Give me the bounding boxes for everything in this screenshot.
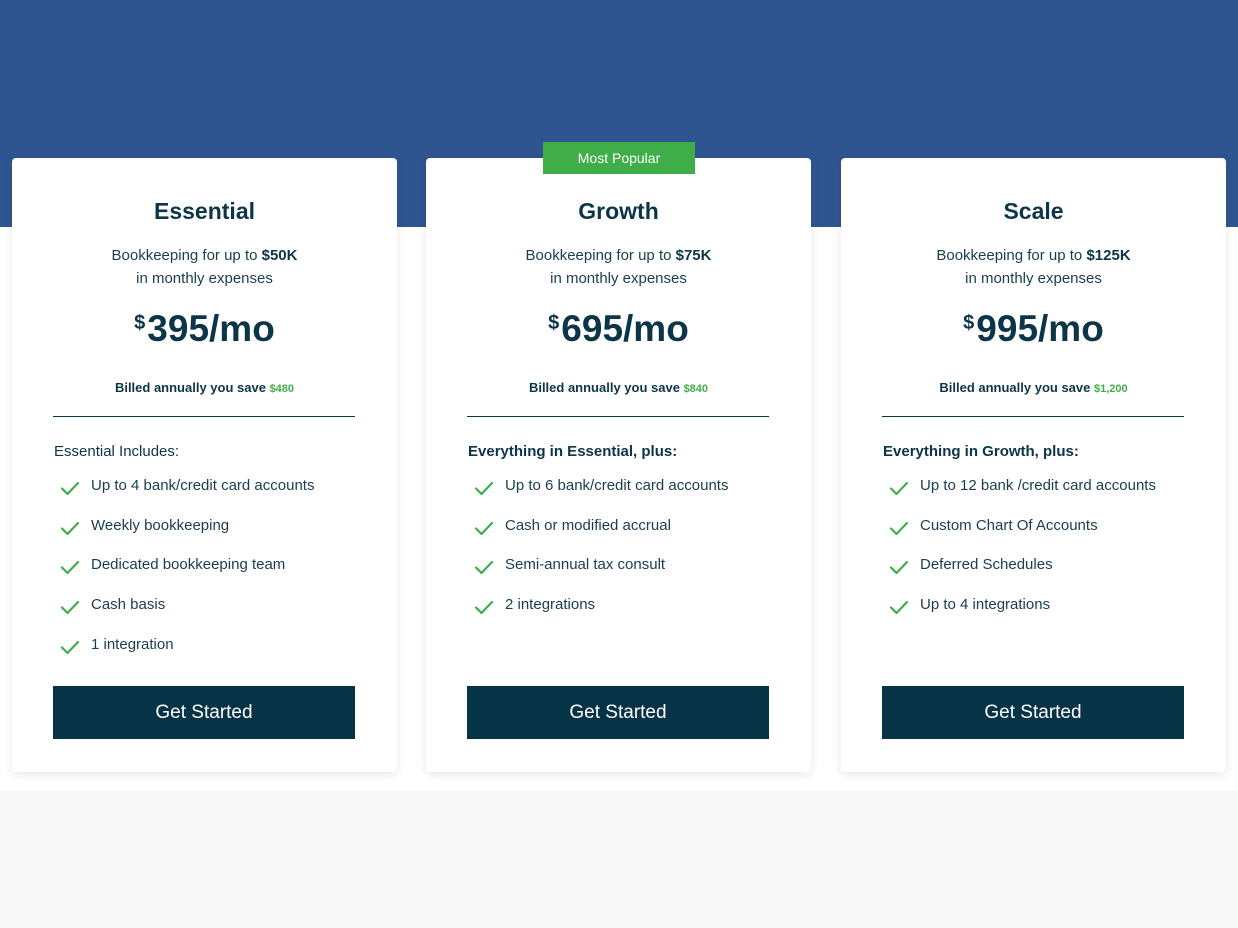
plan-card-scale: Scale Bookkeeping for up to $125K in mon…: [841, 158, 1226, 772]
most-popular-badge: Most Popular: [543, 142, 695, 174]
billed-save: $1,200: [1093, 383, 1128, 395]
plan-name: Essential: [154, 198, 255, 224]
check-icon: [468, 596, 505, 618]
feature-text: Deferred Schedules: [920, 556, 1053, 574]
desc-prefix: Bookkeeping for up to: [525, 247, 676, 264]
feature-text: 2 integrations: [505, 596, 596, 614]
feature-item: Cash basis: [54, 596, 314, 636]
feature-item: Semi-annual tax consult: [468, 556, 728, 596]
feature-text: Cash or modified accrual: [505, 516, 671, 534]
plan-name: Growth: [578, 198, 659, 224]
plan-card-growth: Growth Bookkeeping for up to $75K in mon…: [426, 158, 811, 772]
feature-item: Up to 4 bank/credit card accounts: [54, 477, 314, 517]
desc-amount: $75K: [675, 247, 712, 264]
feature-item: Cash or modified accrual: [468, 517, 728, 557]
plan-description: Bookkeeping for up to $50K in monthly ex…: [12, 244, 397, 290]
desc-prefix: Bookkeeping for up to: [936, 247, 1087, 264]
check-icon: [54, 517, 91, 539]
desc-suffix: in monthly expenses: [550, 270, 687, 287]
check-icon: [54, 636, 91, 658]
check-icon: [54, 556, 91, 578]
billed-label: Billed annually you save: [939, 380, 1094, 395]
plan-card-essential: Essential Bookkeeping for up to $50K in …: [12, 158, 397, 772]
check-icon: [468, 556, 505, 578]
desc-amount: $125K: [1086, 247, 1131, 264]
plan-description: Bookkeeping for up to $125K in monthly e…: [841, 244, 1226, 290]
pricing-cards: Essential Bookkeeping for up to $50K in …: [0, 0, 1238, 928]
check-icon: [54, 596, 91, 618]
check-icon: [468, 477, 505, 499]
plan-name: Scale: [1003, 198, 1064, 224]
check-icon: [883, 517, 920, 539]
includes-title: Everything in Growth, plus:: [883, 443, 1079, 460]
price-currency: $: [548, 312, 560, 334]
feature-list: Up to 4 bank/credit card accounts Weekly…: [54, 477, 314, 675]
get-started-button[interactable]: Get Started: [467, 686, 769, 739]
feature-item: 2 integrations: [468, 596, 728, 636]
includes-title: Everything in Essential, plus:: [468, 443, 678, 460]
feature-item: Dedicated bookkeeping team: [54, 556, 314, 596]
feature-text: Custom Chart Of Accounts: [920, 516, 1098, 534]
feature-item: Up to 6 bank/credit card accounts: [468, 477, 728, 517]
feature-item: Up to 4 integrations: [883, 596, 1156, 636]
price-value: 995/mo: [976, 308, 1104, 349]
feature-item: Custom Chart Of Accounts: [883, 517, 1156, 557]
check-icon: [883, 556, 920, 578]
divider: [467, 416, 769, 417]
check-icon: [883, 596, 920, 618]
feature-item: Weekly bookkeeping: [54, 517, 314, 557]
feature-list: Up to 12 bank /credit card accounts Cust…: [883, 477, 1156, 636]
feature-text: Cash basis: [91, 596, 166, 614]
price-currency: $: [134, 312, 146, 334]
feature-text: Up to 4 bank/credit card accounts: [91, 477, 315, 494]
feature-item: Up to 12 bank /credit card accounts: [883, 477, 1156, 517]
check-icon: [54, 477, 91, 499]
feature-text: Up to 4 integrations: [920, 596, 1051, 614]
feature-item: Deferred Schedules: [883, 556, 1156, 596]
desc-amount: $50K: [261, 247, 298, 264]
feature-text: Semi-annual tax consult: [505, 556, 666, 574]
billed-save: $840: [683, 383, 709, 395]
desc-suffix: in monthly expenses: [965, 270, 1102, 287]
check-icon: [883, 477, 920, 499]
desc-prefix: Bookkeeping for up to: [111, 247, 262, 264]
billed-note: Billed annually you save $480: [12, 380, 397, 395]
desc-suffix: in monthly expenses: [136, 270, 273, 287]
feature-item: 1 integration: [54, 636, 314, 676]
price-currency: $: [963, 312, 975, 334]
get-started-button[interactable]: Get Started: [882, 686, 1184, 739]
billed-label: Billed annually you save: [114, 380, 270, 395]
plan-price: $695/mo: [426, 308, 811, 350]
plan-price: $995/mo: [841, 308, 1226, 350]
feature-text: Dedicated bookkeeping team: [91, 556, 286, 574]
billed-note: Billed annually you save $1,200: [841, 380, 1226, 395]
divider: [53, 416, 355, 417]
plan-price: $395/mo: [12, 308, 397, 350]
divider: [882, 416, 1184, 417]
price-value: 695/mo: [561, 308, 689, 349]
feature-text: 1 integration: [91, 635, 174, 653]
includes-title: Essential Includes:: [54, 443, 180, 460]
feature-text: Up to 6 bank/credit card accounts: [505, 477, 729, 494]
billed-save: $480: [269, 383, 295, 395]
feature-text: Weekly bookkeeping: [91, 516, 230, 534]
billed-note: Billed annually you save $840: [426, 380, 811, 395]
plan-description: Bookkeeping for up to $75K in monthly ex…: [426, 244, 811, 290]
get-started-button[interactable]: Get Started: [53, 686, 355, 739]
check-icon: [468, 517, 505, 539]
feature-list: Up to 6 bank/credit card accounts Cash o…: [468, 477, 728, 636]
price-value: 395/mo: [147, 308, 275, 349]
feature-text: Up to 12 bank /credit card accounts: [920, 477, 1156, 494]
billed-label: Billed annually you save: [528, 380, 684, 395]
